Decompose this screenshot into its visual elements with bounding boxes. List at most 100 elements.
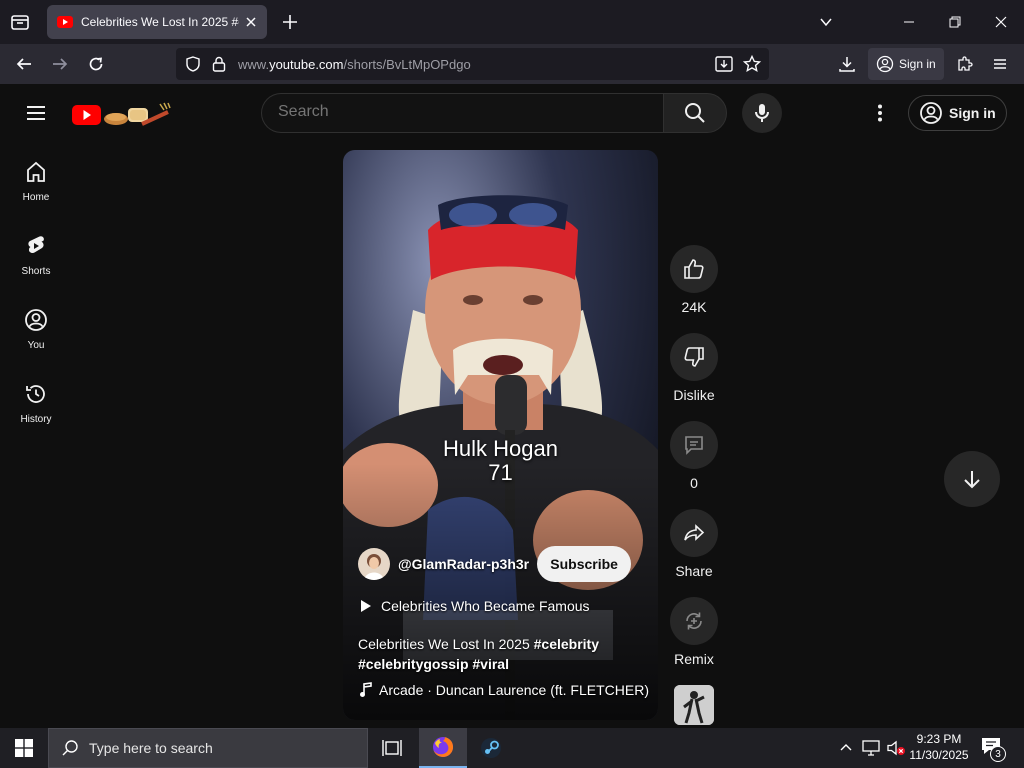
like-count: 24K [681, 299, 707, 315]
url-text: www.youtube.com/shorts/BvLtMpOPdgo [238, 57, 471, 72]
sidebar-label-home: Home [22, 192, 50, 203]
video-description: Celebrities We Lost In 2025 #celebrity #… [358, 634, 648, 674]
minimize-window-icon[interactable] [886, 0, 932, 44]
hashtag-link[interactable]: #celebritygossip [358, 656, 469, 672]
tab-title: Celebrities We Lost In 2025 #celebrity [81, 15, 239, 29]
channel-name-link[interactable]: @GlamRadar-p3h3r [398, 556, 529, 572]
dislike-action[interactable]: Dislike [669, 333, 719, 403]
windows-start-icon[interactable] [0, 728, 48, 768]
thumbs-down-icon [682, 345, 706, 369]
sidebar-label-history: History [20, 414, 52, 425]
arrow-down-icon [960, 467, 984, 491]
thumbs-up-icon [682, 257, 706, 281]
browser-navigation-bar: www.youtube.com/shorts/BvLtMpOPdgo Sign … [0, 44, 1024, 84]
youtube-sign-in-label: Sign in [949, 105, 996, 121]
history-icon [24, 382, 48, 406]
share-arrow-icon [682, 521, 706, 545]
youtube-masthead: Sign in [0, 84, 1024, 142]
lock-icon[interactable] [211, 55, 227, 73]
search-button[interactable] [663, 93, 727, 133]
search-input[interactable] [278, 103, 638, 121]
like-button[interactable] [670, 245, 718, 293]
show-hidden-icons-chevron-icon[interactable] [838, 740, 854, 756]
taskbar-clock[interactable]: 9:23 PM 11/30/2025 [906, 731, 972, 763]
bookmark-star-icon[interactable] [742, 54, 762, 74]
search-box [261, 93, 663, 133]
like-action[interactable]: 24K [669, 245, 719, 315]
dislike-label: Dislike [673, 387, 715, 403]
channel-avatar[interactable] [358, 548, 390, 580]
back-arrow-icon[interactable] [10, 50, 38, 78]
task-view-icon[interactable] [368, 728, 416, 768]
app-menu-hamburger-icon[interactable] [986, 50, 1014, 78]
close-window-icon[interactable] [978, 0, 1024, 44]
firefox-sign-in-label: Sign in [899, 57, 936, 71]
hashtag-link[interactable]: #viral [472, 656, 509, 672]
music-title: Arcade · Duncan Laurence (ft. FLETCHER) [379, 682, 649, 698]
you-user-icon [24, 308, 48, 332]
share-action[interactable]: Share [669, 509, 719, 579]
search-icon [684, 102, 706, 124]
remix-icon [682, 609, 706, 633]
channel-row: @GlamRadar-p3h3r Subscribe [358, 546, 632, 582]
tracking-protection-shield-icon[interactable] [184, 55, 202, 73]
forward-arrow-icon[interactable] [46, 50, 74, 78]
windows-taskbar: Type here to search 9:23 PM 11/30/2025 3 [0, 728, 1024, 768]
new-tab-icon[interactable] [280, 12, 300, 32]
firefox-taskbar-icon[interactable] [419, 728, 467, 768]
sidebar-item-home[interactable]: Home [4, 160, 68, 230]
restore-window-icon[interactable] [932, 0, 978, 44]
downloads-icon[interactable] [833, 50, 861, 78]
remix-button[interactable] [670, 597, 718, 645]
account-icon [876, 55, 894, 73]
notifications-center-icon[interactable]: 3 [980, 736, 1008, 762]
settings-more-vertical-icon[interactable] [868, 101, 892, 125]
audio-thumbnail[interactable] [674, 685, 714, 725]
network-icon[interactable] [862, 740, 880, 756]
sidebar-label-you: You [27, 340, 45, 351]
remix-action[interactable]: Remix [669, 597, 719, 667]
music-link[interactable]: Arcade · Duncan Laurence (ft. FLETCHER) [359, 682, 649, 698]
browser-tab-strip: Celebrities We Lost In 2025 #celebrity [0, 0, 1024, 44]
subscribe-button[interactable]: Subscribe [537, 546, 632, 582]
volume-muted-icon[interactable] [886, 740, 906, 756]
playlist-link[interactable]: Celebrities Who Became Famous [359, 598, 590, 614]
clock-time: 9:23 PM [916, 732, 962, 746]
comments-action[interactable]: 0 [669, 421, 719, 491]
next-short-button[interactable] [944, 451, 1000, 507]
play-triangle-icon [359, 599, 373, 613]
share-button[interactable] [670, 509, 718, 557]
user-circle-icon [919, 101, 943, 125]
taskbar-search-box[interactable]: Type here to search [48, 728, 368, 768]
comments-button[interactable] [670, 421, 718, 469]
tab-list-icon[interactable] [8, 10, 32, 34]
description-text: Celebrities We Lost In 2025 [358, 636, 530, 652]
youtube-favicon-icon [57, 16, 73, 28]
sidebar-item-you[interactable]: You [4, 308, 68, 378]
video-overlay-age: 71 [488, 460, 513, 485]
playlist-title: Celebrities Who Became Famous [381, 598, 590, 614]
reload-icon[interactable] [82, 50, 110, 78]
list-all-tabs-icon[interactable] [803, 0, 849, 44]
close-tab-icon[interactable] [245, 16, 257, 28]
taskbar-search-icon [61, 739, 79, 757]
short-video-player[interactable]: Hulk Hogan 71 @GlamRadar-p3h3r Subscribe… [343, 150, 658, 720]
address-bar[interactable]: www.youtube.com/shorts/BvLtMpOPdgo [176, 48, 769, 80]
browser-tab-active[interactable]: Celebrities We Lost In 2025 #celebrity [47, 5, 267, 39]
guide-menu-icon[interactable] [24, 101, 48, 125]
dislike-button[interactable] [670, 333, 718, 381]
youtube-sign-in-button[interactable]: Sign in [908, 95, 1007, 131]
save-to-pocket-icon[interactable] [714, 54, 734, 74]
firefox-account-sign-in-button[interactable]: Sign in [868, 48, 944, 80]
comment-count: 0 [690, 475, 698, 491]
remix-label: Remix [674, 651, 714, 667]
extensions-puzzle-icon[interactable] [951, 50, 979, 78]
sidebar-item-history[interactable]: History [4, 382, 68, 452]
youtube-logo-icon[interactable] [72, 100, 172, 128]
steam-taskbar-icon[interactable] [467, 728, 515, 768]
music-note-icon [359, 682, 373, 698]
sidebar-item-shorts[interactable]: Shorts [4, 234, 68, 304]
voice-search-button[interactable] [742, 93, 782, 133]
share-label: Share [675, 563, 713, 579]
hashtag-link[interactable]: #celebrity [534, 636, 599, 652]
